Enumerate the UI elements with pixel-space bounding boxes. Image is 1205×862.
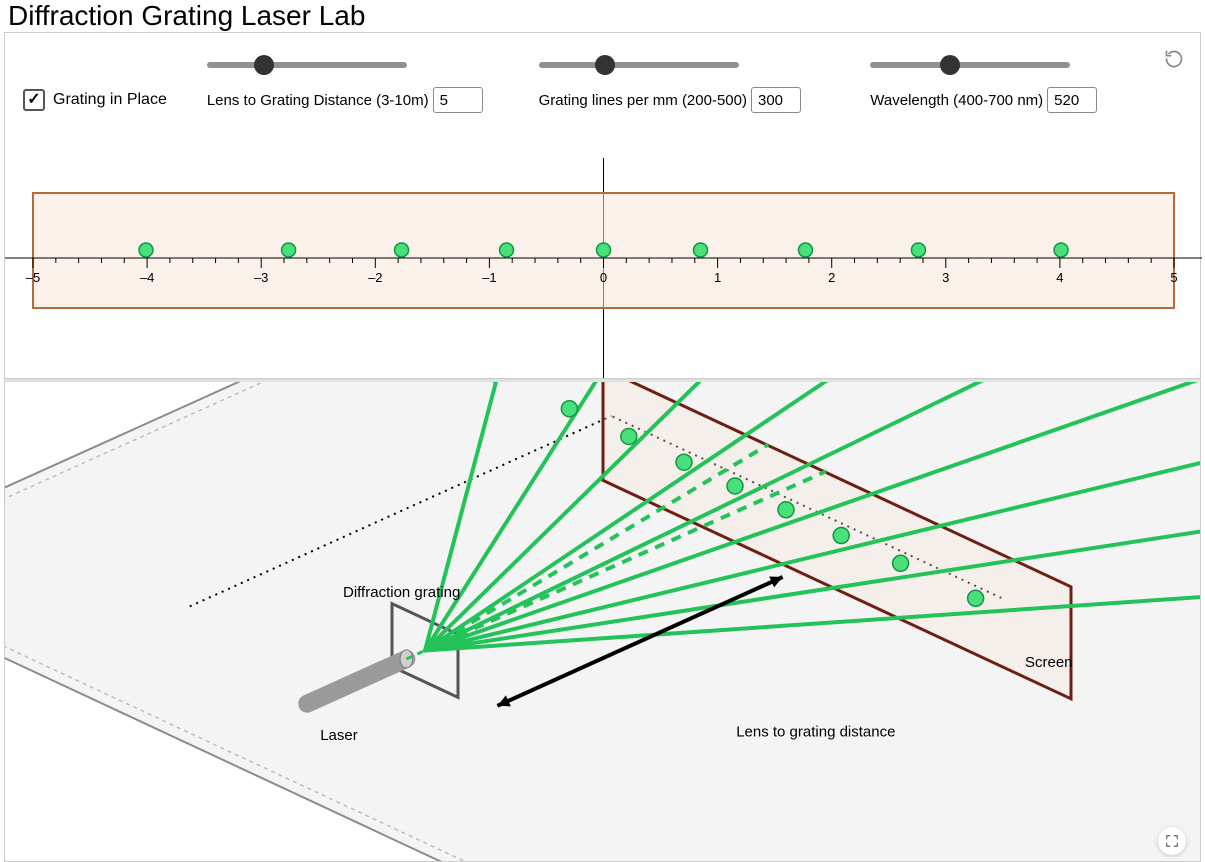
ruler-tick-label: –2	[368, 270, 382, 285]
grating-in-place-checkbox[interactable]	[23, 89, 45, 111]
wavelength-slider[interactable]	[870, 53, 1070, 77]
ruler-tick-label: –3	[254, 270, 268, 285]
page-title: Diffraction Grating Laser Lab	[0, 0, 1205, 32]
laser-label: Laser	[320, 727, 358, 744]
diffraction-spot	[693, 243, 707, 257]
lens-distance-input[interactable]: 5	[433, 87, 483, 113]
lens-distance-control: Lens to Grating Distance (3-10m) 5	[207, 45, 519, 113]
lines-per-mm-slider[interactable]	[539, 53, 739, 77]
ruler-tick-label: 3	[942, 270, 949, 285]
lines-per-mm-control: Grating lines per mm (200-500) 300	[539, 45, 851, 113]
diffraction-spot	[139, 243, 153, 257]
sim-3d-panel[interactable]: Diffraction grating Laser Screen Lens to gr…	[4, 379, 1201, 862]
diffraction-spot	[911, 243, 925, 257]
lens-to-grating-distance-label: Lens to grating distance	[736, 724, 895, 741]
top-panel: Grating in Place Lens to Grating Distanc…	[4, 32, 1201, 379]
diffraction-grating-label: Diffraction grating	[343, 584, 460, 601]
ruler-tick-label: 5	[1170, 270, 1177, 285]
grating-in-place-control: Grating in Place	[23, 89, 167, 111]
ruler-chart[interactable]: –5 –4 –3 –2 –1 0 1 2 3 4 5	[5, 158, 1202, 378]
diffraction-spot	[1054, 243, 1068, 257]
controls-row: Grating in Place Lens to Grating Distanc…	[5, 33, 1200, 158]
ruler-tick-label: 1	[714, 270, 721, 285]
diffraction-spot	[395, 243, 409, 257]
diffraction-spot	[282, 243, 296, 257]
wavelength-control: Wavelength (400-700 nm) 520	[870, 45, 1182, 113]
lines-per-mm-input[interactable]: 300	[751, 87, 801, 113]
diffraction-spot	[597, 243, 611, 257]
fullscreen-button[interactable]	[1158, 827, 1186, 855]
wavelength-input[interactable]: 520	[1047, 87, 1097, 113]
lines-per-mm-label: Grating lines per mm (200-500)	[539, 92, 747, 109]
lens-distance-label: Lens to Grating Distance (3-10m)	[207, 92, 429, 109]
ruler-tick-label: –4	[140, 270, 154, 285]
ruler-tick-label: –5	[26, 270, 40, 285]
ruler-tick-label: 4	[1056, 270, 1063, 285]
ruler-tick-label: –1	[482, 270, 496, 285]
diffraction-spot	[798, 243, 812, 257]
grating-in-place-label: Grating in Place	[53, 91, 167, 109]
diffraction-spot	[500, 243, 514, 257]
wavelength-label: Wavelength (400-700 nm)	[870, 92, 1043, 109]
ruler-tick-label: 2	[828, 270, 835, 285]
ruler-tick-label: 0	[600, 270, 607, 285]
lens-distance-slider[interactable]	[207, 53, 407, 77]
fullscreen-icon	[1165, 834, 1179, 848]
screen-label: Screen	[1025, 654, 1073, 671]
reset-icon[interactable]	[1164, 49, 1184, 69]
